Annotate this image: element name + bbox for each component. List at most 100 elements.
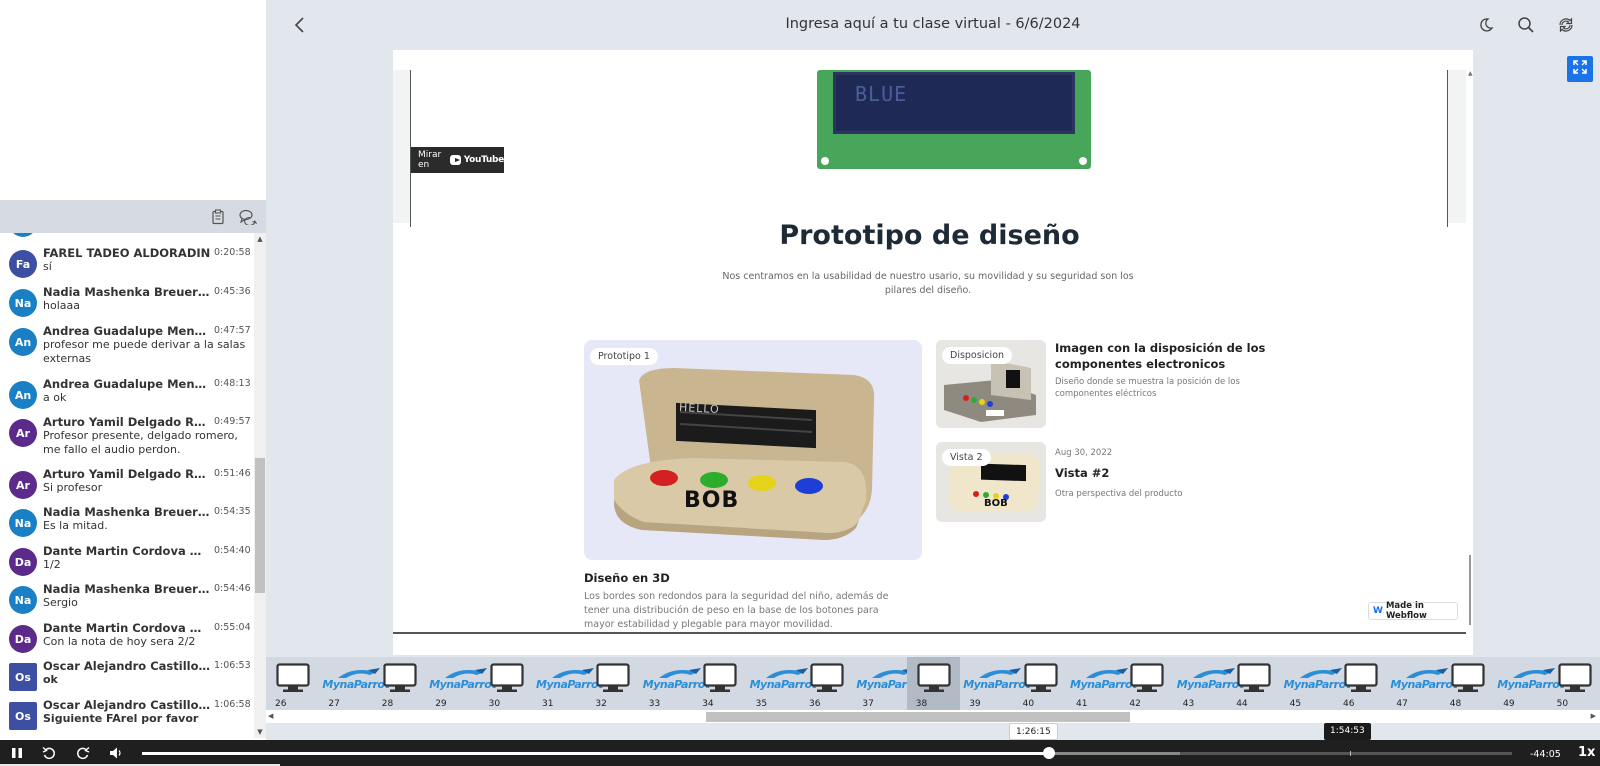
slide-thumbnail[interactable]: 36 (800, 657, 853, 710)
monitor-icon (810, 663, 844, 697)
mynaparrot-logo: MynaParrot (429, 668, 497, 692)
thumbnail-number: 30 (488, 699, 501, 709)
slide-thumbnail-strip[interactable]: 26 MynaParrot 27 28 MynaParrot 29 30 MynaParrot… (266, 657, 1600, 710)
moon-icon[interactable] (1477, 16, 1497, 36)
slide-thumbnail[interactable]: 34 (693, 657, 746, 710)
slide-title: Prototipo de diseño (779, 220, 1080, 251)
slide-thumbnail[interactable]: MynaParrot 35 (747, 657, 817, 710)
rewind-icon[interactable] (40, 744, 58, 762)
youtube-badge[interactable]: Mirar en YouTube (411, 147, 504, 173)
slide-thumbnail[interactable]: MynaParrot 43 (1174, 657, 1244, 710)
webflow-badge[interactable]: W Made in Webflow (1368, 601, 1458, 621)
forward-icon[interactable] (74, 744, 92, 762)
scroll-up-icon[interactable]: ▲ (254, 233, 266, 245)
chat-timestamp[interactable]: 0:55:04 (214, 622, 251, 633)
youtube-brand: YouTube (463, 155, 505, 165)
expand-icon (1572, 59, 1588, 79)
chat-message-text: 1/2 (43, 558, 61, 571)
chat-message-text: holaaa (43, 299, 80, 312)
chat-message: An Andrea Guadalupe Mena Vi 0:47:57 profeso… (0, 324, 254, 365)
chat-toolbar (0, 200, 266, 233)
chat-message: Da Dante Martin Cordova Mor 0:54:40 1/2 (0, 544, 254, 584)
scroll-down-icon[interactable]: ▼ (254, 726, 266, 738)
chat-message: Da Dante Martin Cordova Mor 0:55:04 Con la … (0, 621, 254, 661)
slide-thumbnail[interactable]: MynaParrot 27 (319, 657, 390, 710)
page-title: Ingresa aquí a tu clase virtual - 6/6/20… (785, 16, 1081, 32)
volume-icon[interactable] (107, 744, 125, 762)
monitor-icon (596, 663, 630, 697)
expand-button[interactable] (1567, 56, 1593, 82)
chat-timestamp[interactable]: 0:47:57 (214, 325, 251, 336)
slide-thumbnail[interactable]: 28 (373, 657, 426, 710)
slide-thumbnail[interactable]: MynaParrot 41 (1067, 657, 1137, 710)
scroll-left-icon[interactable]: ◀ (268, 712, 273, 720)
webflow-label: Made in Webflow (1385, 601, 1427, 621)
chat-author: Arturo Yamil Delgado Rome (43, 467, 211, 481)
chat-timestamp[interactable]: 0:49:57 (214, 416, 251, 427)
slide-thumbnail[interactable]: MynaParrot 37 (853, 657, 924, 710)
chat-timestamp[interactable]: 0:54:46 (214, 583, 251, 594)
slide-thumbnail[interactable]: MynaParrot 33 (640, 657, 710, 710)
hover-marker (1350, 751, 1351, 756)
chat-timestamp[interactable]: 0:51:46 (214, 468, 251, 479)
clipboard-icon[interactable] (208, 207, 228, 227)
chat-timestamp[interactable]: 0:54:40 (214, 545, 251, 556)
slide-thumbnail[interactable]: 32 (586, 657, 639, 710)
thumbnail-number: 47 (1396, 699, 1408, 709)
avatar: Fa (9, 250, 37, 278)
thumbnail-number: 27 (328, 699, 340, 709)
refresh-icon[interactable] (1557, 16, 1577, 36)
thumbnail-number: 46 (1343, 699, 1355, 709)
mynaparrot-logo: MynaParrot (1390, 668, 1458, 692)
slide-thumbnail[interactable]: MynaParrot 47 (1387, 657, 1458, 710)
thumbnail-scrollbar[interactable]: ◀ ▶ (266, 710, 1600, 723)
monitor-icon (703, 663, 737, 697)
avatar: Da (9, 548, 37, 576)
search-icon[interactable] (1517, 16, 1537, 36)
chat-message-partial: sí (0, 233, 254, 239)
chat-message: Os Oscar Alejandro Castillo Ba 1:06:58 Sigu… (0, 698, 254, 738)
chat-message-text: profesor me puede derivar a la salas ext… (43, 338, 246, 365)
scroll-right-icon[interactable]: ▶ (1591, 712, 1596, 720)
mynaparrot-logo: MynaParrot (1177, 668, 1244, 692)
chat-timestamp[interactable]: 0:48:13 (214, 378, 251, 389)
slide-thumbnail[interactable]: MynaParrot 29 (426, 657, 497, 710)
chat-message: Na Nadia Mashenka Breuer Ba 0:54:46 Sergio (0, 582, 254, 622)
slide-thumbnail[interactable]: 50 (1548, 657, 1600, 710)
chat-timestamp[interactable]: 0:54:35 (214, 506, 251, 517)
chat-author: Arturo Yamil Delgado Rome (43, 415, 211, 429)
slide-thumbnail[interactable]: MynaParrot 39 (960, 657, 1031, 710)
chat-timestamp[interactable]: 1:06:53 (214, 660, 251, 671)
slide-thumbnail[interactable]: 40 (1014, 657, 1067, 710)
slide-thumbnail[interactable]: 26 (266, 657, 319, 710)
slide-scrollbar[interactable]: ▲ (1466, 70, 1473, 625)
thumbnail-number: 34 (702, 699, 714, 709)
chat-timestamp[interactable]: 1:06:58 (214, 699, 251, 710)
prototype-card-image: HELLO BOB Prototipo 1 (584, 340, 922, 560)
chat-message-text: ok (43, 673, 58, 686)
chat-scroll-thumb[interactable] (255, 458, 265, 593)
card-text-disposition: Diseño donde se muestra la posición de l… (1055, 377, 1240, 399)
chat-message-list[interactable]: sí Fa FAREL TADEO ALDORADIN0:20:58 sí Na Nad… (0, 233, 254, 738)
chat-timestamp[interactable]: 0:45:36 (214, 286, 251, 297)
slide-thumbnail[interactable]: 30 (480, 657, 533, 710)
slide-thumbnail[interactable]: 44 (1227, 657, 1280, 710)
slide-thumbnail[interactable]: 38 (906, 657, 960, 710)
slide-thumbnail[interactable]: MynaParrot 31 (533, 657, 603, 710)
card-date-vista: Aug 30, 2022 (1055, 448, 1113, 458)
slide-thumbnail[interactable]: 48 (1441, 657, 1494, 710)
chat-timestamp[interactable]: 0:20:58 (214, 247, 251, 258)
slide-thumbnail[interactable]: MynaParrot 49 (1494, 657, 1565, 710)
embedded-video-frame[interactable]: BLUE Mirar en YouTube (410, 70, 1448, 227)
thumbnail-scroll-thumb[interactable] (706, 712, 1130, 722)
chat-author: Nadia Mashenka Breuer Ba (43, 505, 211, 519)
progress-knob[interactable] (1042, 747, 1055, 759)
playback-speed[interactable]: 1x (1578, 745, 1595, 760)
slide-thumbnail[interactable]: 42 (1120, 657, 1173, 710)
slide-thumbnail[interactable]: 46 (1334, 657, 1387, 710)
slide-thumbnail[interactable]: MynaParrot 45 (1281, 657, 1351, 710)
thumbnail-number: 29 (435, 699, 447, 709)
pause-icon[interactable] (8, 744, 26, 762)
chat-scrollbar[interactable]: ▲ ▼ (254, 233, 266, 738)
chat-bubbles-icon[interactable] (238, 207, 258, 227)
